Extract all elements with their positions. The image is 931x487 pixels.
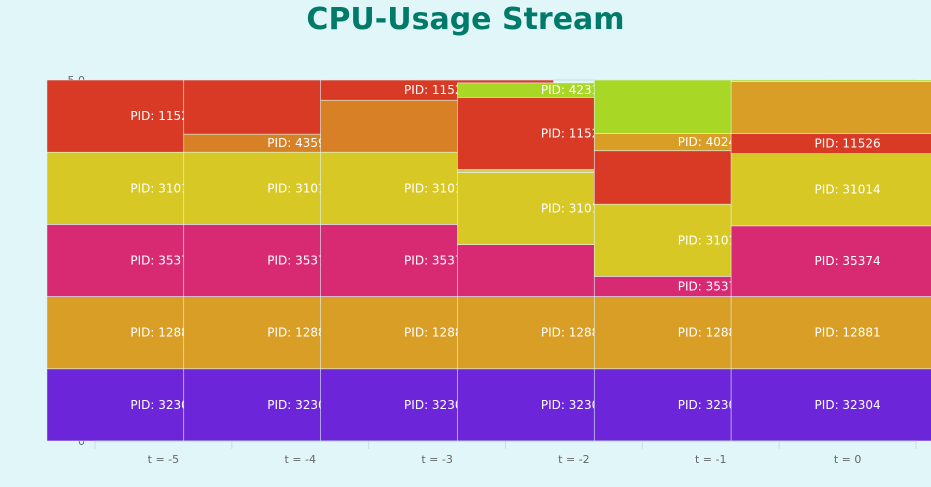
segment-label: PID: 11526 [815,137,881,151]
bar-segment[interactable] [730,79,931,82]
x-tick-label: t = -4 [285,453,317,466]
x-tick-label: t = -3 [421,453,453,466]
x-tick-label: t = -1 [695,453,727,466]
x-tick-label: t = -5 [148,453,180,466]
segment-label: PID: 35374 [815,254,881,268]
segment-label: PID: 31014 [815,183,881,197]
bar-segment[interactable] [730,81,931,134]
segment-label: PID: 12881 [815,326,881,340]
x-tick-label: t = 0 [834,453,862,466]
stacked-bar-chart: 00.51.01.52.02.53.03.54.04.55.0Processes… [45,74,931,466]
segment-label: PID: 32304 [815,398,881,412]
x-tick-label: t = -2 [558,453,590,466]
